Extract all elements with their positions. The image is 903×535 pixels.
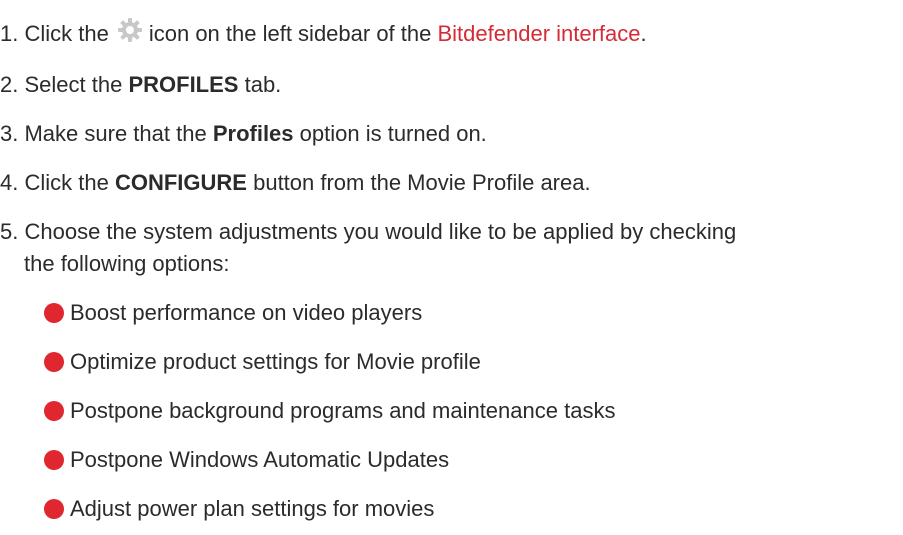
step-5: 5. Choose the system adjustments you wou… bbox=[0, 217, 736, 247]
step-text: button from the Movie Profile area. bbox=[253, 170, 591, 195]
gear-icon bbox=[117, 17, 143, 43]
option-label: Adjust power plan settings for movies bbox=[70, 496, 435, 521]
bullet-icon bbox=[44, 401, 64, 421]
step-text: option is turned on. bbox=[299, 121, 487, 146]
step-number: 1. bbox=[0, 21, 19, 46]
option-item: Postpone Windows Automatic Updates bbox=[44, 445, 449, 475]
step-number: 3. bbox=[0, 121, 19, 146]
step-number: 2. bbox=[0, 72, 19, 97]
step-number: 4. bbox=[0, 170, 19, 195]
step-text: Make sure that the bbox=[24, 121, 207, 146]
option-item: Adjust power plan settings for movies bbox=[44, 494, 434, 524]
step-1: 1. Click the icon on the left sidebar of… bbox=[0, 17, 647, 49]
option-item: Boost performance on video players bbox=[44, 298, 422, 328]
option-label: Postpone Windows Automatic Updates bbox=[70, 447, 450, 472]
option-label: Optimize product settings for Movie prof… bbox=[70, 349, 481, 374]
step-bold-text: CONFIGURE bbox=[114, 170, 247, 195]
step-text: Click the bbox=[24, 170, 109, 195]
step-text: Click the bbox=[24, 21, 109, 46]
step-4: 4. Click the CONFIGURE button from the M… bbox=[0, 168, 591, 198]
step-text: . bbox=[640, 21, 647, 46]
bullet-icon bbox=[44, 352, 64, 372]
instructions-document: 1. Click the icon on the left sidebar of… bbox=[0, 0, 903, 535]
step-text: icon on the left sidebar of the bbox=[148, 21, 432, 46]
step-3: 3. Make sure that the Profiles option is… bbox=[0, 119, 487, 149]
bullet-icon bbox=[44, 499, 64, 519]
step-text: Choose the system adjustments you would … bbox=[24, 219, 737, 244]
bullet-icon bbox=[44, 450, 64, 470]
step-2: 2. Select the PROFILES tab. bbox=[0, 70, 281, 100]
option-item: Postpone background programs and mainten… bbox=[44, 396, 615, 426]
option-item: Optimize product settings for Movie prof… bbox=[44, 347, 481, 377]
step-5-continuation: the following options: bbox=[24, 251, 230, 276]
step-bold-text: Profiles bbox=[212, 121, 294, 146]
step-text: Select the bbox=[24, 72, 123, 97]
step-number: 5. bbox=[0, 219, 19, 244]
option-label: Boost performance on video players bbox=[70, 300, 423, 325]
bullet-icon bbox=[44, 303, 64, 323]
option-label: Postpone background programs and mainten… bbox=[70, 398, 616, 423]
step-bold-text: PROFILES bbox=[128, 72, 239, 97]
step-text: tab. bbox=[244, 72, 282, 97]
bitdefender-interface-link[interactable]: Bitdefender interface bbox=[438, 21, 641, 46]
